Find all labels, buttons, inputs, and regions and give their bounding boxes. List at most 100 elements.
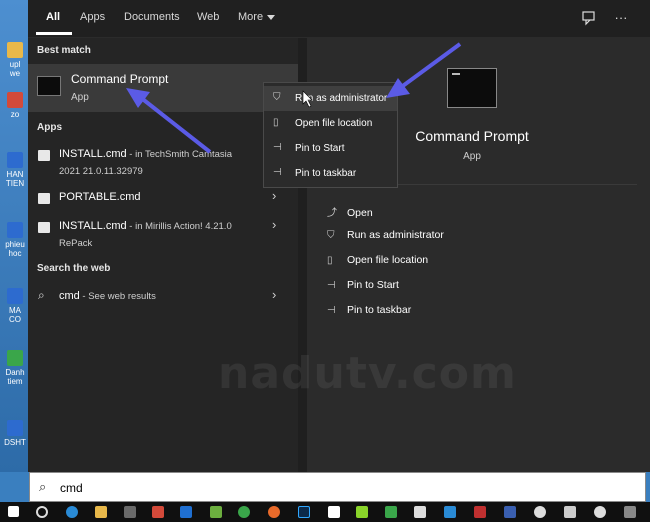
context-pin-to-taskbar[interactable]: ⊣ Pin to taskbar bbox=[264, 161, 397, 186]
app-icon[interactable] bbox=[504, 506, 516, 518]
app-icon[interactable] bbox=[180, 506, 192, 518]
context-menu: ⛉ Run as administrator ▯ Open file locatio… bbox=[263, 82, 398, 188]
app-result-name: INSTALL.cmd bbox=[59, 220, 127, 232]
shield-icon: ⛉ bbox=[273, 92, 281, 103]
command-prompt-icon bbox=[37, 76, 61, 96]
context-item-label: Run as administrator bbox=[295, 93, 388, 104]
search-input[interactable]: cmd bbox=[60, 481, 83, 495]
app-icon[interactable] bbox=[414, 506, 426, 518]
desktop-icon-word-doc[interactable]: DSHT bbox=[2, 420, 28, 447]
tab-more[interactable]: More bbox=[238, 11, 276, 23]
search-icon: ⌕ bbox=[39, 479, 47, 494]
open-icon: ⤴ bbox=[327, 208, 337, 219]
mail-icon[interactable] bbox=[152, 506, 164, 518]
pin-icon: ⊣ bbox=[327, 280, 336, 291]
search-flyout: All Apps Documents Web More ··· Best mat… bbox=[28, 0, 650, 472]
context-open-file-location[interactable]: ▯ Open file location bbox=[264, 111, 397, 136]
tab-apps[interactable]: Apps bbox=[80, 11, 105, 23]
app-icon[interactable] bbox=[385, 506, 397, 518]
web-search-item[interactable]: ⌕ cmd - See web results › bbox=[28, 284, 298, 312]
web-search-title: cmd - See web results bbox=[59, 290, 156, 302]
tab-all[interactable]: All bbox=[46, 11, 60, 23]
active-tab-indicator bbox=[36, 32, 72, 35]
cmd-file-icon bbox=[38, 193, 50, 204]
desktop-icon-word-doc[interactable]: MA CO bbox=[2, 288, 28, 324]
edge-icon[interactable] bbox=[66, 506, 78, 518]
command-prompt-large-icon bbox=[447, 68, 497, 108]
action-pin-to-start[interactable]: ⊣ Pin to Start bbox=[327, 279, 399, 299]
desktop-icon-label: HAN TIEN bbox=[5, 170, 25, 188]
section-apps: Apps bbox=[37, 122, 62, 133]
chevron-right-icon[interactable]: › bbox=[272, 217, 276, 232]
app-icon[interactable] bbox=[624, 506, 636, 518]
action-label: Run as administrator bbox=[347, 229, 444, 241]
cmd-file-icon bbox=[38, 222, 50, 233]
app-icon[interactable] bbox=[564, 506, 576, 518]
desktop-icon-excel-doc[interactable]: Danh tiem bbox=[2, 350, 28, 386]
web-search-query: cmd bbox=[59, 290, 80, 302]
desktop-icon-folder[interactable]: upl we bbox=[2, 42, 28, 78]
action-run-as-administrator[interactable]: ⛉ Run as administrator bbox=[327, 229, 444, 249]
app-icon[interactable] bbox=[444, 506, 456, 518]
tab-documents[interactable]: Documents bbox=[124, 11, 180, 23]
app-result-item[interactable]: INSTALL.cmd - in TechSmith Camtasia 2021… bbox=[28, 141, 298, 185]
app-result-item[interactable]: INSTALL.cmd - in Mirillis Action! 4.21.0… bbox=[28, 214, 298, 258]
shield-icon: ⛉ bbox=[327, 230, 335, 241]
chrome-icon[interactable] bbox=[238, 506, 250, 518]
section-search-web: Search the web bbox=[37, 263, 111, 274]
action-label: Pin to Start bbox=[347, 279, 399, 291]
cortana-icon[interactable] bbox=[36, 506, 48, 518]
desktop-icon-word-doc[interactable]: phieu hoc bbox=[2, 222, 28, 258]
tab-web[interactable]: Web bbox=[197, 11, 219, 23]
chevron-down-icon bbox=[267, 14, 276, 20]
desktop-icon-label: upl we bbox=[9, 60, 21, 78]
web-search-suffix: - See web results bbox=[79, 291, 156, 302]
best-match-subtitle: App bbox=[71, 92, 89, 103]
app-result-title: INSTALL.cmd - in TechSmith Camtasia bbox=[59, 148, 232, 160]
action-label: Open bbox=[347, 207, 373, 219]
file-explorer-icon[interactable] bbox=[95, 506, 107, 518]
photoshop-icon[interactable] bbox=[298, 506, 310, 518]
action-open[interactable]: ⤴ Open bbox=[327, 204, 373, 224]
tab-more-label: More bbox=[238, 11, 264, 23]
best-match-title: Command Prompt bbox=[71, 72, 169, 86]
context-run-as-administrator[interactable]: ⛉ Run as administrator bbox=[264, 86, 397, 111]
feedback-icon[interactable] bbox=[580, 10, 598, 28]
results-pane: Best match Command Prompt App Apps INSTA… bbox=[28, 38, 298, 472]
action-open-file-location[interactable]: ▯ Open file location bbox=[327, 254, 428, 274]
pin-icon: ⊣ bbox=[273, 167, 282, 178]
action-pin-to-taskbar[interactable]: ⊣ Pin to taskbar bbox=[327, 304, 411, 324]
desktop-icon-label: zo bbox=[10, 110, 20, 119]
context-item-label: Open file location bbox=[295, 118, 373, 129]
app-icon[interactable] bbox=[210, 506, 222, 518]
filter-tab-bar: All Apps Documents Web More ··· bbox=[28, 0, 650, 38]
taskbar bbox=[0, 502, 650, 522]
app-result-name: INSTALL.cmd bbox=[59, 148, 127, 160]
watermark-text: nadutv.com bbox=[218, 348, 517, 399]
context-item-label: Pin to taskbar bbox=[295, 168, 357, 179]
store-icon[interactable] bbox=[124, 506, 136, 518]
desktop-icon-label: phieu hoc bbox=[5, 240, 25, 258]
file-icon: ▯ bbox=[327, 255, 333, 266]
action-label: Open file location bbox=[347, 254, 429, 266]
desktop-icon-word-doc[interactable]: HAN TIEN bbox=[2, 152, 28, 188]
more-options-icon[interactable]: ··· bbox=[612, 10, 630, 28]
desktop-icon-app[interactable]: zo bbox=[2, 92, 28, 119]
desktop-icon-label: MA CO bbox=[9, 306, 21, 324]
best-match-item[interactable]: Command Prompt App bbox=[28, 64, 298, 112]
file-icon: ▯ bbox=[273, 117, 279, 128]
app-icon[interactable] bbox=[356, 506, 368, 518]
firefox-icon[interactable] bbox=[268, 506, 280, 518]
app-icon[interactable] bbox=[534, 506, 546, 518]
windows-start-icon[interactable] bbox=[8, 506, 19, 517]
desktop-icon-label: DSHT bbox=[4, 438, 26, 447]
app-icon[interactable] bbox=[328, 506, 340, 518]
pin-icon: ⊣ bbox=[273, 142, 282, 153]
context-pin-to-start[interactable]: ⊣ Pin to Start bbox=[264, 136, 397, 161]
app-icon[interactable] bbox=[594, 506, 606, 518]
app-icon[interactable] bbox=[474, 506, 486, 518]
search-box[interactable]: ⌕ cmd bbox=[29, 472, 646, 502]
pin-icon: ⊣ bbox=[327, 305, 336, 316]
chevron-right-icon[interactable]: › bbox=[272, 287, 276, 302]
chevron-right-icon[interactable]: › bbox=[272, 188, 276, 203]
